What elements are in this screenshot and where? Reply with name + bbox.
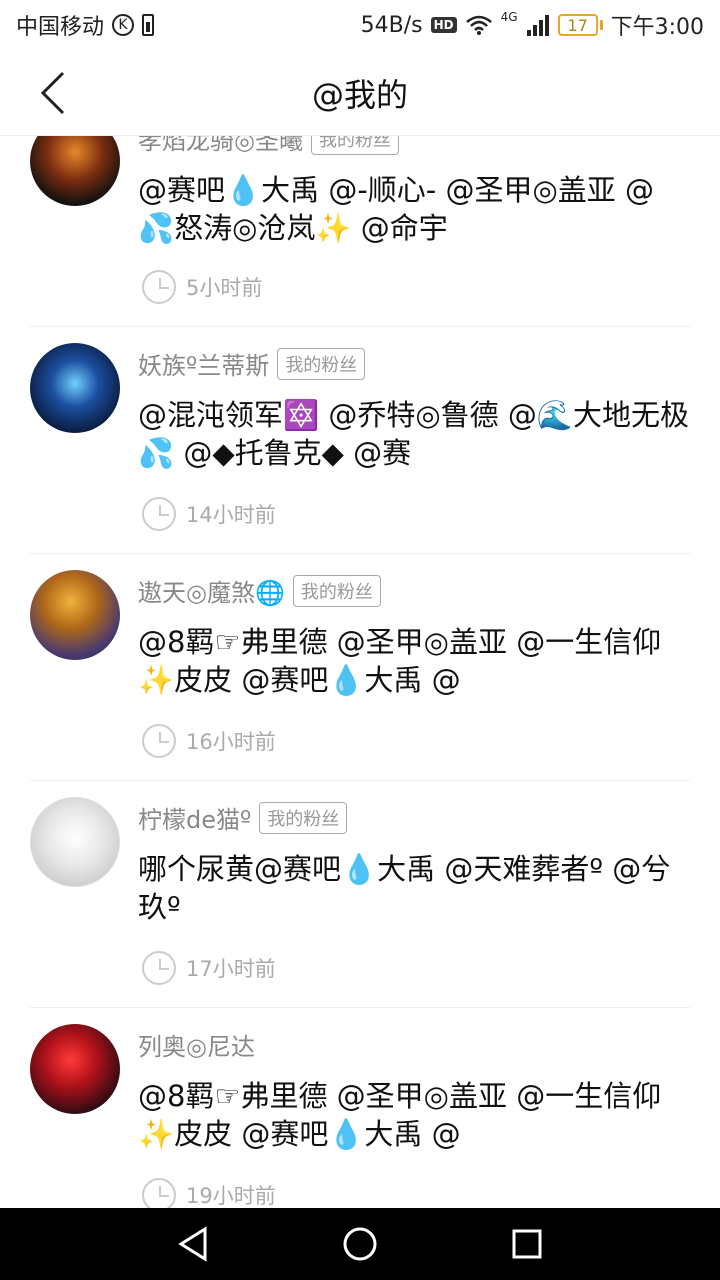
user-name[interactable]: 妖族º兰蒂斯	[138, 346, 269, 381]
avatar[interactable]	[30, 570, 120, 660]
mention-content[interactable]: @8羁☞弗里德 @圣甲◎盖亚 @一生信仰✨皮皮 @赛吧💧大禹 @	[138, 1077, 690, 1153]
network-speed: 54B/s	[360, 12, 423, 38]
recents-square-icon	[512, 1229, 542, 1259]
back-button[interactable]	[28, 68, 78, 118]
system-nav-bar	[0, 1208, 720, 1280]
battery-level: 17	[567, 15, 588, 35]
chevron-left-icon	[40, 71, 65, 115]
timestamp: 19小时前	[186, 1184, 276, 1208]
k-icon: K	[112, 14, 135, 36]
clock-icon	[142, 724, 176, 758]
fan-badge: 我的粉丝	[292, 574, 381, 607]
home-circle-icon	[343, 1227, 377, 1261]
avatar[interactable]	[30, 343, 120, 433]
list-item[interactable]: 孝焰龙骑◎圣曦 我的粉丝 @赛吧💧大禹 @-顺心- @圣甲◎盖亚 @💦怒涛◎沧岚…	[0, 136, 720, 326]
small-battery-icon	[142, 14, 155, 36]
timestamp: 14小时前	[186, 503, 276, 527]
mention-content[interactable]: @混沌领军🔯 @乔特◎鲁德 @🌊大地无极💦 @◆托鲁克◆ @赛	[138, 396, 690, 472]
fan-badge: 我的粉丝	[259, 801, 348, 834]
nav-home-button[interactable]	[340, 1224, 380, 1264]
page-title: @我的	[311, 75, 408, 114]
list-item[interactable]: 妖族º兰蒂斯 我的粉丝 @混沌领军🔯 @乔特◎鲁德 @🌊大地无极💦 @◆托鲁克◆…	[0, 326, 720, 553]
app-header: @我的	[0, 50, 720, 136]
list-item[interactable]: 柠檬de猫º 我的粉丝 哪个尿黄@赛吧💧大禹 @天难葬者º @兮玖º 17小时前	[0, 780, 720, 1007]
clock-icon	[142, 951, 176, 985]
carrier-label: 中国移动	[16, 15, 105, 40]
user-name[interactable]: 孝焰龙骑◎圣曦	[138, 136, 303, 156]
hd-icon: HD	[430, 17, 457, 33]
clock-icon	[142, 497, 176, 531]
user-name[interactable]: 列奥◎尼达	[138, 1027, 255, 1062]
fan-badge: 我的粉丝	[310, 136, 399, 155]
mention-content[interactable]: @8羁☞弗里德 @圣甲◎盖亚 @一生信仰✨皮皮 @赛吧💧大禹 @	[138, 623, 690, 699]
mention-list[interactable]: 孝焰龙骑◎圣曦 我的粉丝 @赛吧💧大禹 @-顺心- @圣甲◎盖亚 @💦怒涛◎沧岚…	[0, 136, 720, 1208]
nav-back-button[interactable]	[173, 1224, 213, 1264]
network-type: 4G	[500, 10, 518, 24]
avatar[interactable]	[30, 136, 120, 206]
battery-icon: 17	[557, 14, 603, 36]
status-bar: 中国移动 K 54B/s HD 4G 17 下午3:00	[0, 0, 720, 50]
timestamp: 16小时前	[186, 730, 276, 754]
clock-time: 下午3:00	[610, 15, 704, 40]
wifi-icon	[465, 15, 492, 35]
user-name[interactable]: 遨天◎魔煞🌐	[138, 573, 285, 608]
list-item[interactable]: 列奥◎尼达 @8羁☞弗里德 @圣甲◎盖亚 @一生信仰✨皮皮 @赛吧💧大禹 @ 1…	[0, 1007, 720, 1208]
list-item[interactable]: 遨天◎魔煞🌐 我的粉丝 @8羁☞弗里德 @圣甲◎盖亚 @一生信仰✨皮皮 @赛吧💧…	[0, 553, 720, 780]
signal-icon	[526, 15, 549, 36]
user-name[interactable]: 柠檬de猫º	[138, 800, 251, 835]
clock-icon	[142, 1178, 176, 1208]
clock-icon	[142, 270, 176, 304]
timestamp: 17小时前	[186, 957, 276, 981]
mention-content[interactable]: 哪个尿黄@赛吧💧大禹 @天难葬者º @兮玖º	[138, 850, 690, 926]
fan-badge: 我的粉丝	[277, 347, 366, 380]
avatar[interactable]	[30, 1024, 120, 1114]
mention-content[interactable]: @赛吧💧大禹 @-顺心- @圣甲◎盖亚 @💦怒涛◎沧岚✨ @命宇	[138, 171, 690, 247]
timestamp: 5小时前	[186, 276, 263, 300]
nav-recents-button[interactable]	[507, 1224, 547, 1264]
triangle-back-icon	[178, 1226, 207, 1262]
avatar[interactable]	[30, 797, 120, 887]
